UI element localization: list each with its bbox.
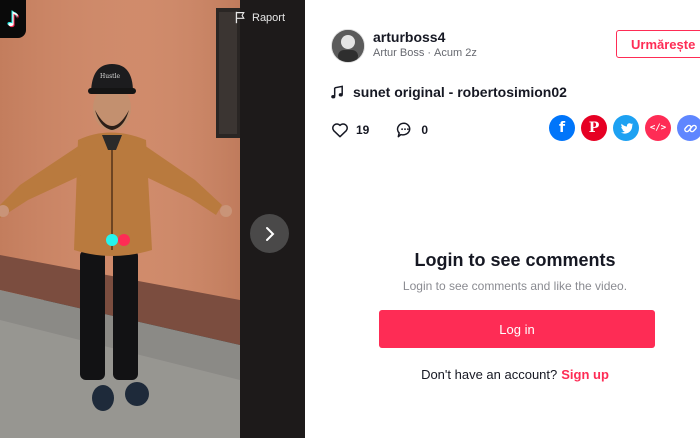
signup-link[interactable]: Sign up xyxy=(561,367,609,382)
author-subline: Artur Boss · Acum 2z xyxy=(373,47,477,59)
next-video-button[interactable] xyxy=(250,214,289,253)
sound-link[interactable]: sunet original - robertosimion02 xyxy=(330,84,567,100)
login-title: Login to see comments xyxy=(414,250,616,270)
flag-icon xyxy=(235,11,245,24)
video-details-panel: arturboss4 Artur Boss · Acum 2z Urmărește … xyxy=(305,0,700,438)
tiktok-logo-icon[interactable]: ♪ xyxy=(0,0,26,38)
chevron-right-icon xyxy=(265,226,274,241)
sound-label: sunet original - robertosimion02 xyxy=(353,84,567,100)
like-count: 19 xyxy=(356,123,370,137)
link-icon[interactable] xyxy=(677,115,700,141)
engagement-stats: 19 0 xyxy=(330,120,428,140)
pinterest-icon[interactable]: P xyxy=(581,115,607,141)
follow-button[interactable]: Urmărește xyxy=(616,30,700,58)
comment-count: 0 xyxy=(421,123,429,137)
share-buttons: f P </> xyxy=(549,115,700,141)
twitter-icon[interactable] xyxy=(613,115,639,141)
music-note-icon xyxy=(331,85,343,98)
report-label: Raport xyxy=(252,11,286,24)
video-player[interactable]: Hustle ♪ Raport xyxy=(0,0,305,438)
cap-print: Hustle xyxy=(100,73,121,80)
signup-prompt-text: Don't have an account? xyxy=(421,367,558,382)
heart-icon[interactable] xyxy=(330,120,350,140)
comment-icon[interactable] xyxy=(395,120,415,140)
report-button[interactable]: Raport xyxy=(234,11,285,24)
avatar-image xyxy=(332,30,364,62)
author-display-name: Artur Boss xyxy=(373,47,425,59)
signup-prompt: Don't have an account? Sign up xyxy=(305,367,700,382)
author-username[interactable]: arturboss4 xyxy=(373,29,445,45)
login-subtitle: Login to see comments and like the video… xyxy=(402,279,628,293)
avatar[interactable] xyxy=(331,29,365,63)
post-time: Acum 2z xyxy=(434,47,477,59)
login-button[interactable]: Log in xyxy=(379,310,655,348)
embed-icon[interactable]: </> xyxy=(645,115,671,141)
facebook-icon[interactable]: f xyxy=(549,115,575,141)
